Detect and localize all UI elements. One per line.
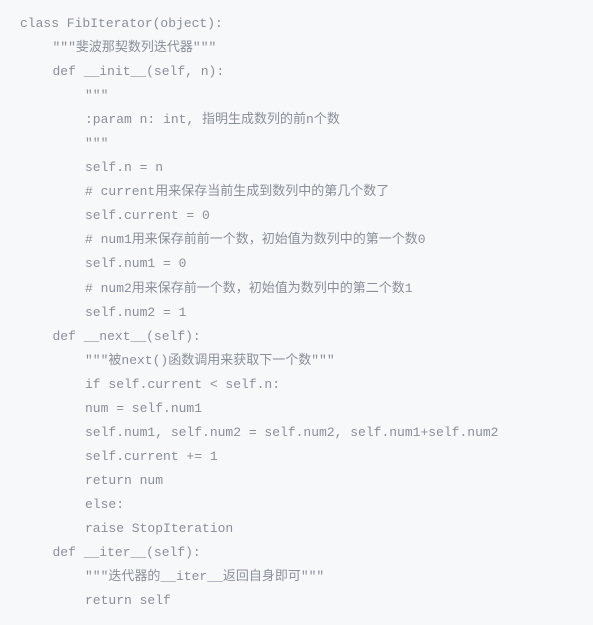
code-line: self.current += 1	[20, 445, 573, 469]
code-line: # num1用来保存前前一个数，初始值为数列中的第一个数0	[20, 228, 573, 252]
code-line: return self	[20, 589, 573, 613]
code-line: return num	[20, 469, 573, 493]
code-line: def __next__(self):	[20, 325, 573, 349]
code-line: self.n = n	[20, 156, 573, 180]
code-line: self.num2 = 1	[20, 301, 573, 325]
code-line: self.num1 = 0	[20, 252, 573, 276]
code-line: """被next()函数调用来获取下一个数"""	[20, 349, 573, 373]
code-line: else:	[20, 493, 573, 517]
code-line: def __iter__(self):	[20, 541, 573, 565]
code-line: class FibIterator(object):	[20, 12, 573, 36]
code-line: if self.current < self.n:	[20, 373, 573, 397]
code-line: raise StopIteration	[20, 517, 573, 541]
code-line: self.num1, self.num2 = self.num2, self.n…	[20, 421, 573, 445]
code-line: """迭代器的__iter__返回自身即可"""	[20, 565, 573, 589]
code-line: """斐波那契数列迭代器"""	[20, 36, 573, 60]
code-line: # current用来保存当前生成到数列中的第几个数了	[20, 180, 573, 204]
code-line: self.current = 0	[20, 204, 573, 228]
code-line: """	[20, 132, 573, 156]
code-block: class FibIterator(object):"""斐波那契数列迭代器""…	[20, 12, 573, 613]
code-line: num = self.num1	[20, 397, 573, 421]
code-line: :param n: int, 指明生成数列的前n个数	[20, 108, 573, 132]
code-line: def __init__(self, n):	[20, 60, 573, 84]
code-line: # num2用来保存前一个数，初始值为数列中的第二个数1	[20, 277, 573, 301]
code-line: """	[20, 84, 573, 108]
